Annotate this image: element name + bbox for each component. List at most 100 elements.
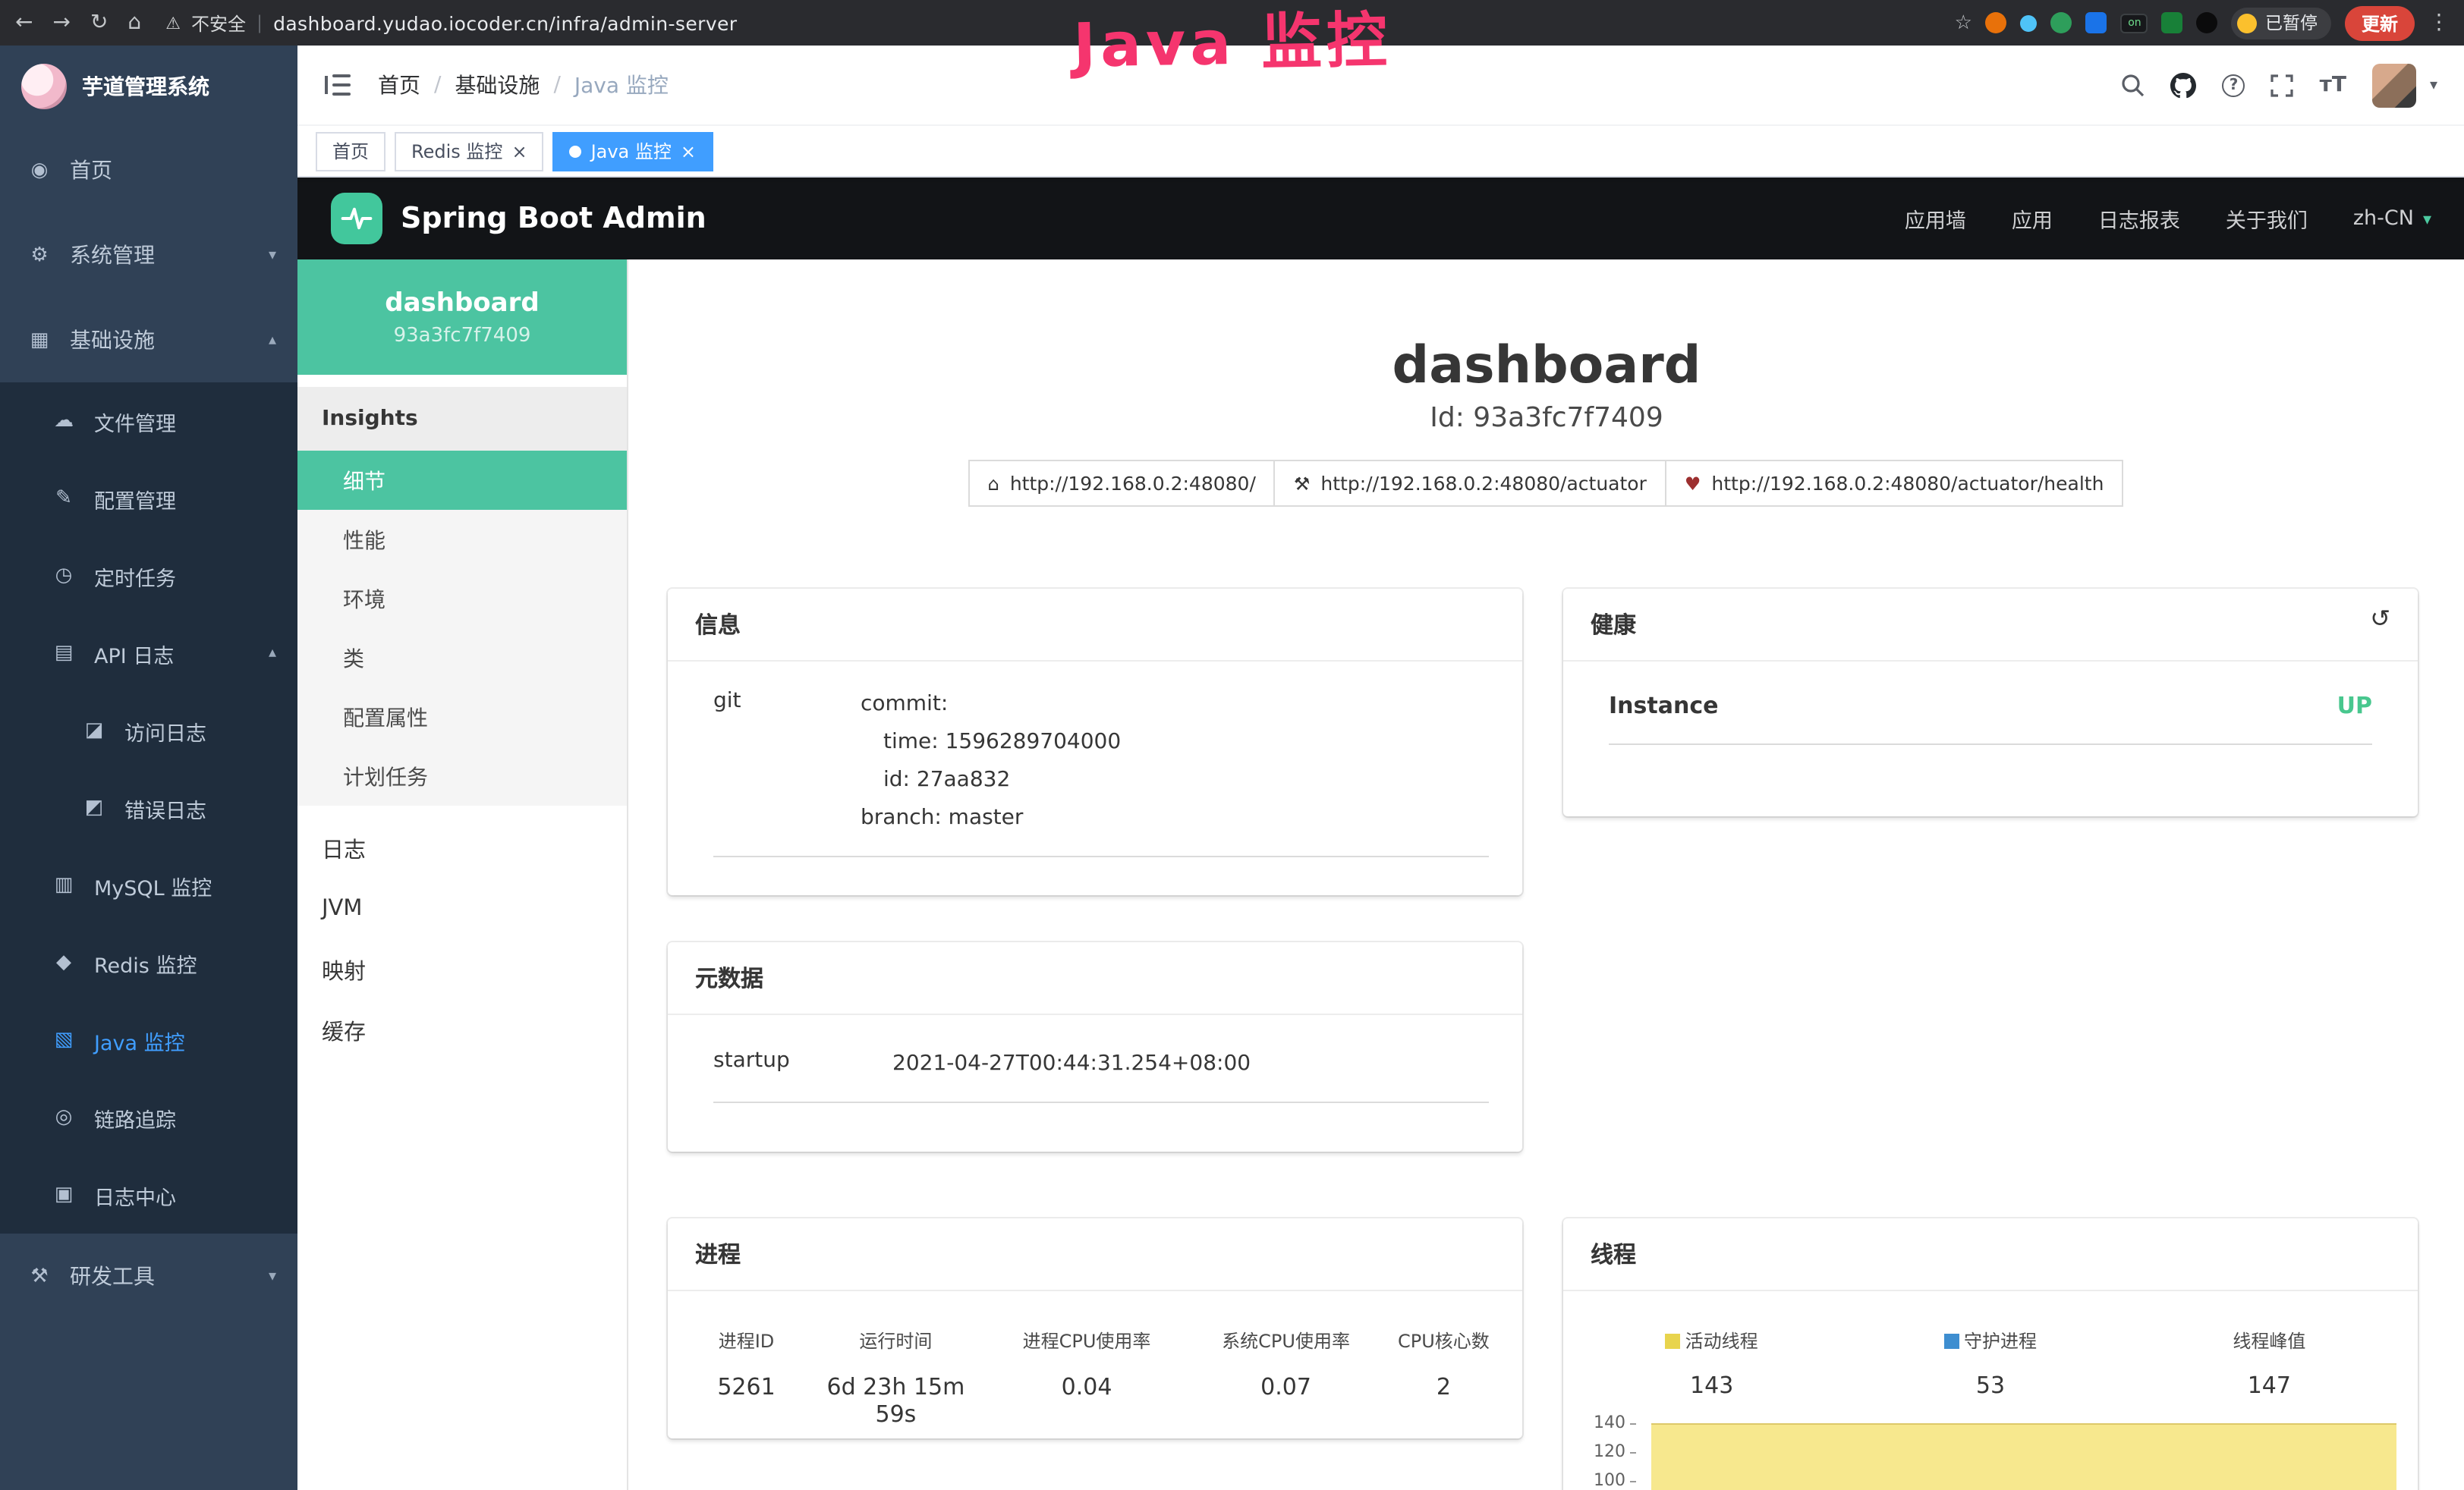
browser-menu-icon[interactable]: ⋮ [2428,11,2450,35]
sidebar-item-log-center[interactable]: ▣ 日志中心 [0,1156,297,1234]
edit-icon: ✎ [52,487,76,510]
browser-home-icon[interactable]: ⌂ [127,11,141,35]
trace-icon: ◎ [52,1106,76,1129]
app-sidebar: 芋道管理系统 ◉ 首页 ⚙ 系统管理 ▾ ▦ 基础设施 ▴ ☁ 文件管理 ✎ 配… [0,46,297,1490]
font-size-icon[interactable]: тT [2320,73,2346,97]
screen: ← → ↻ ⌂ ⚠ 不安全 | dashboard.yudao.iocoder.… [0,0,2464,1490]
tab-redis-monitor[interactable]: Redis 监控 × [395,131,544,171]
sidebar-item-label: API 日志 [94,638,174,668]
git-id-line: id: 27aa832 [861,762,1489,800]
avatar[interactable] [2372,63,2416,107]
sidebar-item-trace[interactable]: ◎ 链路追踪 [0,1079,297,1156]
column-header: CPU核心数 [1377,1328,1510,1353]
actuator-url-link[interactable]: ⚒ http://192.168.0.2:48080/actuator [1274,460,1666,507]
update-button[interactable]: 更新 [2345,5,2415,40]
back-icon[interactable]: ← [15,11,33,35]
sba-item-scheduled-tasks[interactable]: 计划任务 [297,747,627,806]
history-icon[interactable]: ↺ [2370,604,2390,633]
sidebar-item-label: 文件管理 [94,406,176,436]
info-value: commit: time: 1596289704000 id: 27aa832 … [861,686,1489,838]
sba-item-caches[interactable]: 缓存 [297,1000,627,1061]
table-row: git commit: time: 1596289704000 id: 27aa… [713,686,1489,857]
reload-icon[interactable]: ↻ [90,11,108,35]
cell-value: 0.04 [979,1373,1194,1400]
sba-language-select[interactable]: zh-CN ▾ [2353,206,2431,231]
extension-icon-7[interactable] [2197,12,2218,33]
sba-item-jvm[interactable]: JVM [297,879,627,939]
sba-nav-applications[interactable]: 应用 [2012,203,2053,234]
extension-icon-3[interactable] [2051,12,2072,33]
health-url-link[interactable]: ♥ http://192.168.0.2:48080/actuator/heal… [1665,460,2124,507]
breadcrumb-item[interactable]: 基础设施 [455,70,540,100]
app-logo[interactable]: 芋道管理系统 [0,46,297,127]
sidebar-item-access-log[interactable]: ◪ 访问日志 [0,692,297,769]
sidebar-item-label: 访问日志 [124,715,206,746]
threads-legend: 活动线程 143 守护进程 53 线程峰值 147 [1563,1291,2418,1399]
sidebar-item-job[interactable]: ◷ 定时任务 [0,537,297,615]
address-bar[interactable]: ⚠ 不安全 | dashboard.yudao.iocoder.cn/infra… [156,10,1939,36]
extension-icon-1[interactable] [1986,12,2007,33]
insights-group-title[interactable]: Insights [297,387,627,451]
forward-icon[interactable]: → [52,11,70,35]
sba-item-environment[interactable]: 环境 [297,569,627,628]
close-icon[interactable]: × [681,142,696,160]
sidebar-item-home[interactable]: ◉ 首页 [0,127,297,212]
sba-item-config-props[interactable]: 配置属性 [297,687,627,747]
service-url-link[interactable]: ⌂ http://192.168.0.2:48080/ [968,460,1276,507]
sidebar-item-api-log[interactable]: ▤ API 日志 ▴ [0,615,297,692]
sidebar-item-file[interactable]: ☁ 文件管理 [0,382,297,460]
bookmark-star-icon[interactable]: ☆ [1955,11,1972,34]
table-row[interactable]: Instance UP [1609,692,2372,745]
paused-badge[interactable]: 已暂停 [2232,7,2331,39]
sba-item-classes[interactable]: 类 [297,628,627,687]
heartbeat-icon: ♥ [1685,473,1701,494]
sidebar-item-devtools[interactable]: ⚒ 研发工具 ▾ [0,1234,297,1319]
chevron-down-icon: ▾ [2423,209,2431,228]
sidebar-item-label: Java 监控 [94,1025,185,1055]
column-header: 运行时间 [813,1328,979,1353]
extension-on-badge[interactable]: on [2121,13,2148,33]
sba-item-metrics[interactable]: 性能 [297,510,627,569]
sidebar-item-system[interactable]: ⚙ 系统管理 ▾ [0,212,297,297]
close-icon[interactable]: × [511,142,527,160]
help-icon[interactable]: ? [2223,74,2245,96]
instance-links: ⌂ http://192.168.0.2:48080/ ⚒ http://192… [628,460,2464,507]
git-branch-line: branch: master [861,800,1489,838]
y-axis-tick: 140 [1584,1413,1636,1432]
sidebar-item-java[interactable]: ▧ Java 监控 [0,1001,297,1079]
breadcrumb-item[interactable]: 首页 [378,70,420,100]
page-subtitle: Id: 93a3fc7f7409 [628,402,2464,434]
extension-icon-2[interactable] [2021,14,2038,31]
instance-header-block[interactable]: dashboard 93a3fc7f7409 [297,259,627,375]
sba-nav-journal[interactable]: 日志报表 [2098,203,2180,234]
extension-icon-4[interactable] [2086,12,2107,33]
legend-label: 守护进程 [1964,1328,2037,1353]
search-icon[interactable] [2121,73,2145,97]
extension-icon-6[interactable] [2162,12,2183,33]
sidebar-item-error-log[interactable]: ◩ 错误日志 [0,769,297,847]
sba-item-mappings[interactable]: 映射 [297,939,627,1000]
y-axis-tick: 120 [1584,1441,1636,1461]
sidebar-toggle-icon[interactable] [325,74,351,96]
sidebar-item-redis[interactable]: ◆ Redis 监控 [0,924,297,1001]
spring-boot-admin-logo[interactable] [331,193,382,244]
sidebar-item-config[interactable]: ✎ 配置管理 [0,460,297,537]
sba-nav-wallboard[interactable]: 应用墙 [1905,203,1966,234]
github-icon[interactable] [2171,72,2197,98]
process-col-system-cpu: 系统CPU使用率 0.07 [1194,1328,1377,1428]
sidebar-item-infra[interactable]: ▦ 基础设施 ▴ [0,297,297,382]
emoji-face-icon [2238,13,2258,33]
process-col-pid: 进程ID 5261 [680,1328,813,1428]
sba-item-logs[interactable]: 日志 [297,818,627,879]
tab-java-monitor[interactable]: Java 监控 × [553,131,713,171]
sba-nav-about[interactable]: 关于我们 [2226,203,2308,234]
sidebar-item-label: Redis 监控 [94,948,197,978]
avatar-caret-icon[interactable]: ▾ [2430,77,2437,93]
sidebar-item-mysql[interactable]: ▥ MySQL 监控 [0,847,297,924]
sba-brand-title[interactable]: Spring Boot Admin [401,202,706,235]
metadata-key: startup [713,1045,892,1083]
fullscreen-icon[interactable] [2271,74,2294,96]
cell-value: 0.07 [1194,1373,1377,1400]
tab-home[interactable]: 首页 [316,131,385,171]
sba-item-details[interactable]: 细节 [297,451,627,510]
